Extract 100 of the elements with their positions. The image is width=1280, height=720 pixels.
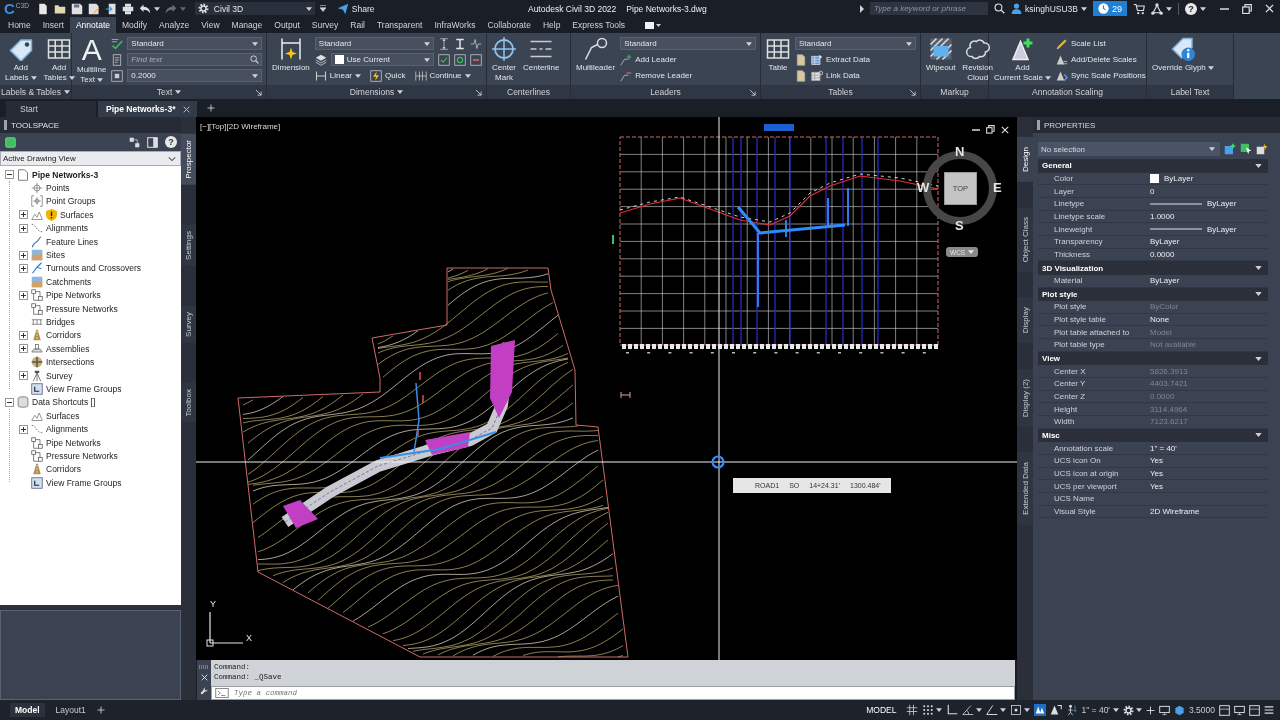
ribbon-button[interactable]: Centerline (521, 36, 562, 85)
grip-icon[interactable] (199, 664, 209, 669)
ribbon-tab[interactable]: View (195, 17, 226, 33)
side-tab[interactable]: Design (1017, 137, 1033, 182)
readout-button[interactable]: 3.5000 (1189, 705, 1215, 715)
app-menu-button[interactable]: C (4, 0, 15, 17)
loop-square-icon[interactable] (454, 53, 466, 66)
dropdown-arrow-icon[interactable] (319, 5, 326, 12)
caret-icon[interactable] (906, 41, 912, 46)
tree-item[interactable]: Bridges (46, 317, 75, 327)
save-as-icon[interactable] (87, 2, 100, 15)
caret-icon[interactable] (63, 90, 70, 94)
grip-icon[interactable] (1037, 120, 1040, 130)
new-file-icon[interactable] (36, 2, 49, 15)
ribbon-tab[interactable]: Analyze (153, 17, 196, 33)
property-value[interactable]: 2D Wireframe (1150, 506, 1200, 516)
property-value[interactable]: Yes (1150, 481, 1164, 491)
compass-direction[interactable]: N (955, 145, 965, 159)
cart-icon[interactable] (1133, 2, 1145, 15)
triangle-nodes-icon[interactable] (1151, 2, 1163, 15)
caret-icon[interactable] (1255, 356, 1262, 361)
dropdown[interactable]: Standard (127, 37, 262, 50)
property-value[interactable]: 1" = 40' (1150, 443, 1177, 453)
search-field[interactable]: Type a keyword or phrase (870, 2, 989, 15)
link-square-icon[interactable] (470, 53, 482, 66)
polar-angle-icon[interactable] (962, 704, 975, 716)
caret-icon[interactable] (746, 41, 752, 46)
ribbon-button[interactable]: Override Glyph (1150, 36, 1216, 85)
tree-item[interactable]: Intersections (46, 357, 95, 368)
ribbon-tab[interactable]: Output (268, 17, 306, 33)
dialog-launcher-icon[interactable] (255, 89, 262, 96)
close-icon[interactable] (200, 674, 208, 682)
zigzag-icon[interactable] (470, 37, 482, 50)
stacked-lines-icon[interactable] (1264, 705, 1274, 715)
caret-icon[interactable] (1024, 708, 1031, 712)
caret-icon[interactable] (1255, 163, 1262, 168)
export-icon[interactable] (104, 2, 117, 15)
find-text-field[interactable]: Find text (127, 53, 262, 66)
tree-item[interactable]: Pipe Networks-3 (32, 169, 99, 180)
ribbon-button[interactable]: A Multiline Text (75, 36, 109, 85)
view-dropdown[interactable]: Active Drawing View (0, 151, 181, 166)
side-tab[interactable]: Prospector (181, 134, 196, 185)
tree-item[interactable]: Surfaces (60, 209, 94, 220)
caret-icon[interactable] (30, 75, 37, 80)
vertical-dimension-icon[interactable] (438, 37, 450, 50)
caret-icon[interactable] (1255, 292, 1262, 297)
tree-item[interactable]: Data Shortcuts [] (32, 397, 96, 408)
undo-icon[interactable] (138, 2, 151, 15)
selection-dropdown[interactable]: No selection (1038, 142, 1220, 156)
caret-icon[interactable] (1200, 6, 1206, 11)
ribbon-tab[interactable]: Collaborate (481, 17, 537, 33)
dropdown[interactable]: 0.2000 (127, 69, 262, 82)
annotation-scale-button[interactable]: 1" = 40' (1066, 704, 1119, 716)
tree-item[interactable]: Pressure Networks (46, 303, 118, 314)
ribbon-small-button[interactable]: Remove Leader (620, 69, 693, 82)
tree-item[interactable]: Feature Lines (46, 236, 98, 247)
property-value[interactable]: ByLayer (1207, 224, 1237, 234)
caret-icon[interactable] (175, 90, 182, 94)
ribbon-button[interactable]: Add Labels (3, 36, 39, 85)
tree-item[interactable]: View Frame Groups (46, 477, 122, 488)
side-tab[interactable]: Extended Data (1017, 451, 1033, 525)
caret-icon[interactable] (397, 90, 404, 94)
hexagon-icon[interactable] (1174, 704, 1185, 716)
workspace-dropdown[interactable]: Civil 3D (194, 2, 315, 15)
tree-item[interactable]: Survey (46, 370, 73, 381)
side-tab[interactable]: Display (2) (1017, 368, 1033, 427)
triangle-arrow-icon[interactable] (1050, 704, 1063, 716)
property-value[interactable]: None (1150, 315, 1170, 325)
triangle-right-icon[interactable] (860, 4, 865, 13)
dropdown[interactable]: Standard (795, 37, 916, 50)
tree-item[interactable]: Pipe Networks (46, 290, 101, 301)
ribbon-small-button[interactable]: Sync Scale Positions (1055, 69, 1146, 82)
minimize-icon[interactable] (1220, 7, 1229, 10)
share-button[interactable]: Share (336, 2, 375, 15)
ribbon-button[interactable]: Add Tables (41, 36, 77, 85)
caret-icon[interactable] (936, 708, 943, 712)
tree-item[interactable]: Corridors (46, 330, 81, 341)
dropdown[interactable]: Standard (620, 37, 756, 50)
plus-box-icon[interactable] (19, 424, 28, 434)
plus-box-icon[interactable] (19, 344, 28, 354)
panel-title[interactable]: Text (156, 87, 173, 97)
layers-icon[interactable] (314, 53, 327, 66)
caret-icon[interactable] (424, 57, 430, 62)
caret-icon[interactable] (68, 75, 75, 80)
ribbon-small-button[interactable]: Scale List (1055, 37, 1106, 50)
window-split-icon[interactable] (1219, 704, 1230, 716)
close-icon[interactable] (1265, 4, 1274, 13)
chevron-down-icon[interactable] (168, 155, 176, 162)
ribbon-tab[interactable]: Annotate (69, 17, 116, 33)
caret-icon[interactable] (97, 77, 103, 82)
section-header[interactable]: General (1038, 159, 1268, 173)
window-split-icon[interactable] (1249, 704, 1260, 716)
plus-box-icon[interactable] (19, 250, 28, 260)
section-header[interactable]: 3D Visualization (1038, 261, 1268, 275)
dialog-launcher-icon[interactable] (749, 89, 756, 96)
document-icon[interactable] (795, 53, 807, 66)
ribbon-button[interactable]: Center Mark (490, 36, 518, 85)
ribbon-tab[interactable]: Express Tools (566, 17, 632, 33)
layout-tab[interactable]: Layout1 (50, 703, 91, 717)
ribbon-small-button[interactable]: Continue (414, 69, 471, 82)
